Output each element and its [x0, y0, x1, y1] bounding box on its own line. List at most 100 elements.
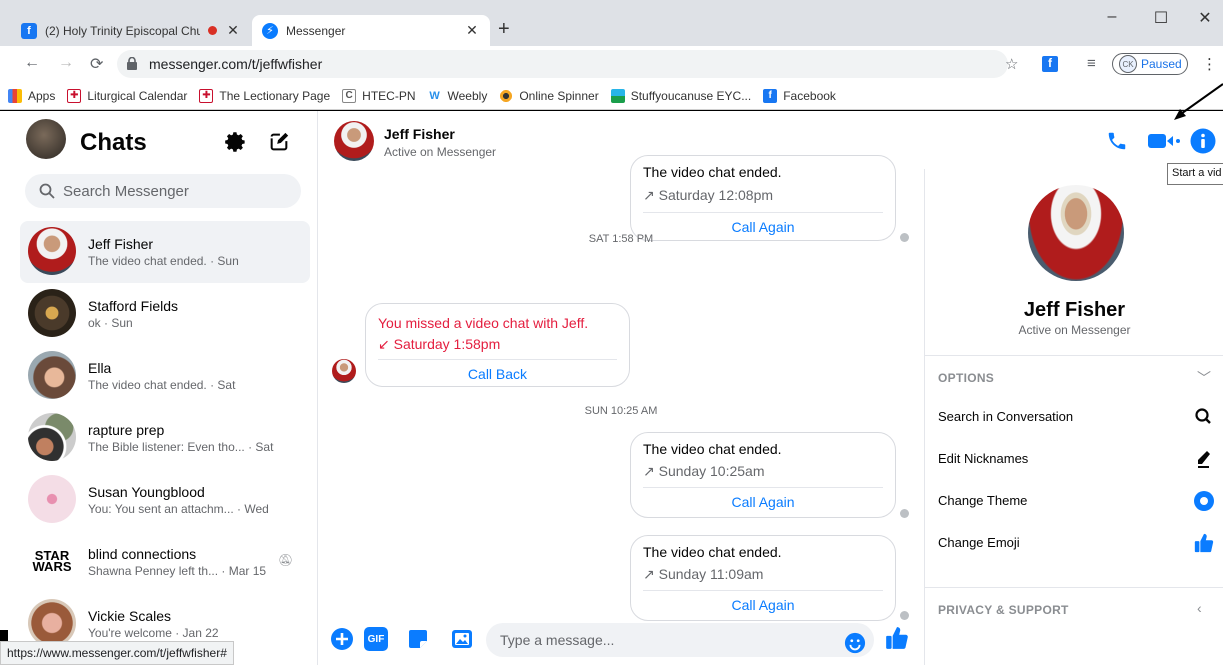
options-header-label: OPTIONS: [938, 371, 995, 385]
conversation-preview: The video chat ended. · Sat: [88, 378, 236, 392]
message-input[interactable]: [500, 632, 820, 648]
facebook-extension-icon[interactable]: f: [1042, 56, 1058, 72]
conversation-item-rapture-prep[interactable]: rapture prep The Bible listener: Even th…: [20, 407, 310, 469]
reload-button[interactable]: ⟳: [90, 54, 103, 74]
menu-kebab-icon[interactable]: ⋮: [1202, 55, 1217, 73]
conversation-item-susan-youngblood[interactable]: Susan Youngblood You: You sent an attach…: [20, 469, 310, 531]
bookmark-label: HTEC-PN: [362, 88, 416, 103]
conversation-preview: Shawna Penney left th... · Mar 15: [88, 564, 267, 578]
plus-icon[interactable]: [330, 627, 354, 651]
avatar: [28, 413, 76, 461]
minimize-button[interactable]: –: [1100, 8, 1124, 26]
close-window-button[interactable]: ✕: [1193, 8, 1217, 28]
sticker-icon[interactable]: [406, 627, 430, 651]
tab-title: Messenger: [286, 23, 346, 38]
conversation-preview: The video chat ended. · Sun: [88, 254, 239, 268]
bubble-divider: [643, 487, 883, 488]
chats-sidebar: Chats Jeff Fisher The video chat ended. …: [0, 111, 318, 665]
call-time: ↗ Sunday 11:09am: [643, 566, 764, 582]
contact-avatar[interactable]: [334, 121, 374, 161]
bookmark-label: Apps: [28, 88, 56, 103]
video-call-icon[interactable]: [1148, 131, 1184, 151]
tab-messenger[interactable]: ⚡ Messenger ✕: [252, 15, 490, 46]
gif-icon[interactable]: GIF: [364, 627, 388, 651]
close-tab-icon[interactable]: ✕: [225, 22, 241, 39]
bookmark-stuffyoucanuse[interactable]: Stuffyoucanuse EYC...: [610, 88, 751, 103]
bookmark-weebly[interactable]: W Weebly: [427, 88, 488, 103]
call-back-button[interactable]: Call Back: [366, 366, 629, 382]
photo-icon[interactable]: [450, 627, 474, 651]
bookmark-label: The Lectionary Page: [219, 88, 331, 103]
video-call-tooltip: Start a vid: [1167, 163, 1223, 185]
profile-paused-button[interactable]: CK Paused: [1112, 53, 1188, 75]
call-ended-bubble: The video chat ended. ↗ Sunday 10:25am C…: [630, 432, 896, 518]
bookmark-label: Online Spinner: [519, 88, 599, 103]
browser-tab-strip: f (2) Holy Trinity Episcopal Chu ✕ ⚡ Mes…: [0, 0, 1223, 46]
bookmark-apps[interactable]: Apps: [8, 88, 56, 103]
tab-title: (2) Holy Trinity Episcopal Chu: [45, 23, 200, 38]
option-edit-nicknames[interactable]: Edit Nicknames: [925, 438, 1223, 480]
recording-icon: [208, 26, 217, 35]
option-label: Change Theme: [938, 493, 1028, 508]
contact-name: Jeff Fisher: [1023, 299, 1126, 321]
profile-avatar: CK: [1119, 55, 1137, 73]
contact-status: Active on Messenger: [384, 145, 497, 159]
contact-profile-picture[interactable]: [1028, 185, 1124, 281]
option-change-emoji[interactable]: Change Emoji: [925, 522, 1223, 564]
phone-call-icon[interactable]: [1106, 130, 1128, 152]
bookmark-star-icon[interactable]: ☆: [1005, 55, 1018, 73]
thumbs-up-icon: [1194, 533, 1214, 553]
call-time: ↗ Saturday 12:08pm: [643, 187, 774, 203]
compose-icon[interactable]: [268, 131, 290, 153]
thumbs-up-icon[interactable]: [884, 625, 910, 651]
chats-title: Chats: [80, 129, 147, 156]
bookmark-label: Facebook: [783, 88, 836, 103]
option-label: Edit Nicknames: [938, 451, 1029, 466]
bookmark-lectionary-page[interactable]: ✚ The Lectionary Page: [199, 88, 331, 103]
close-tab-icon[interactable]: ✕: [464, 22, 480, 39]
gear-icon[interactable]: [224, 131, 246, 153]
bookmark-htec-pn[interactable]: C HTEC-PN: [342, 88, 416, 103]
options-section-header[interactable]: OPTIONS ﹀: [925, 355, 1223, 397]
link-status-bar: https://www.messenger.com/t/jeffwfisher#: [0, 641, 234, 665]
conversation-item-jeff-fisher[interactable]: Jeff Fisher The video chat ended. · Sun: [20, 221, 310, 283]
back-button[interactable]: ←: [24, 54, 40, 72]
conversation-item-stafford-fields[interactable]: Stafford Fields ok · Sun: [20, 283, 310, 345]
maximize-button[interactable]: ☐: [1149, 8, 1173, 28]
search-box[interactable]: [25, 174, 301, 208]
conversation-item-ella[interactable]: Ella The video chat ended. · Sat: [20, 345, 310, 407]
call-ended-title: The video chat ended.: [643, 544, 782, 560]
messenger-app: Chats Jeff Fisher The video chat ended. …: [0, 111, 1223, 665]
message-field[interactable]: [486, 623, 874, 657]
new-tab-button[interactable]: +: [498, 18, 510, 41]
bookmark-liturgical-calendar[interactable]: ✚ Liturgical Calendar: [67, 88, 188, 103]
message-composer: GIF: [318, 611, 924, 665]
my-avatar[interactable]: [26, 119, 66, 159]
conversation-name: blind connections: [88, 546, 197, 562]
avatar: [28, 599, 76, 647]
bookmark-label: Weebly: [447, 88, 488, 103]
search-input[interactable]: [63, 182, 283, 200]
bookmark-facebook[interactable]: f Facebook: [763, 88, 836, 103]
option-search-in-conversation[interactable]: Search in Conversation: [925, 396, 1223, 438]
facebook-icon: f: [763, 88, 778, 103]
paused-label: Paused: [1141, 57, 1182, 71]
bookmark-label: Liturgical Calendar: [87, 88, 188, 103]
conversation-name: Ella: [88, 360, 112, 376]
bookmark-online-spinner[interactable]: Online Spinner: [499, 88, 599, 103]
reading-list-icon[interactable]: ≡: [1087, 55, 1096, 72]
call-again-button[interactable]: Call Again: [631, 494, 895, 510]
call-ended-title: The video chat ended.: [643, 164, 782, 180]
address-bar[interactable]: messenger.com/t/jeffwfisher: [117, 50, 1008, 78]
conversation-item-blind-connections[interactable]: STAR WARS blind connections Shawna Penney…: [20, 531, 310, 593]
forward-button[interactable]: →: [58, 54, 74, 72]
call-ended-bubble: The video chat ended. ↗ Saturday 12:08pm…: [630, 155, 896, 241]
emoji-icon[interactable]: [844, 632, 866, 654]
contact-name[interactable]: Jeff Fisher: [384, 126, 455, 142]
conversation-preview: ok · Sun: [88, 316, 133, 330]
info-icon[interactable]: [1190, 128, 1216, 154]
privacy-support-section-header[interactable]: PRIVACY & SUPPORT ‹: [925, 587, 1223, 629]
option-change-theme[interactable]: Change Theme: [925, 480, 1223, 522]
spinner-icon: [499, 88, 514, 103]
tab-holy-trinity[interactable]: f (2) Holy Trinity Episcopal Chu ✕: [11, 15, 251, 46]
